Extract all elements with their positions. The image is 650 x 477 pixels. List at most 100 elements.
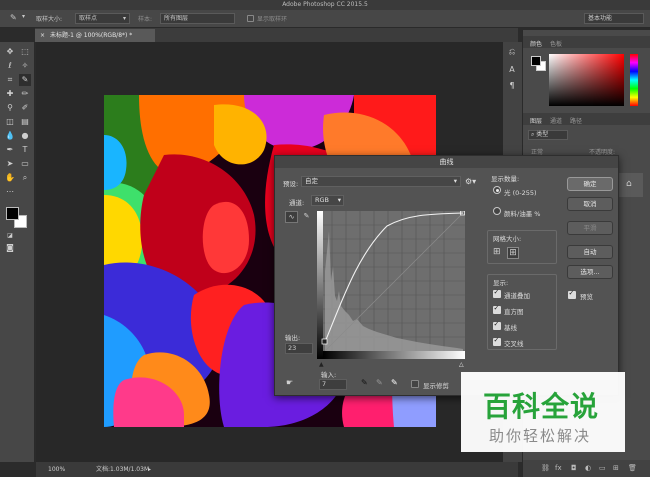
chevron-right-icon[interactable]: ▸ — [148, 462, 151, 477]
window-title-bar: Adobe Photoshop CC 2015.5 — [0, 0, 650, 10]
quick-select-tool-icon[interactable]: ✧ — [19, 60, 31, 72]
link-layers-icon[interactable]: ⛓ — [541, 460, 550, 477]
channel-overlay-label: 通道叠加 — [504, 292, 530, 300]
black-point-slider-icon[interactable]: ▲ — [319, 361, 324, 368]
dialog-title: 曲线 — [439, 158, 454, 166]
blur-tool-icon[interactable]: 💧 — [4, 130, 16, 142]
input-value: 7 — [322, 380, 327, 388]
white-point-slider-icon[interactable]: △ — [459, 361, 464, 368]
layer-mask-icon[interactable]: ◘ — [571, 460, 577, 477]
document-tab-title: 未标题-1 @ 100%(RGB/8*) * — [49, 32, 133, 39]
preset-select[interactable]: 自定 ▾ — [301, 176, 461, 187]
output-field[interactable]: 23 — [285, 343, 313, 354]
marquee-tool-icon[interactable]: ⬚ — [19, 46, 31, 58]
hand-tool-icon[interactable]: ✋ — [4, 172, 16, 184]
folder-icon[interactable]: ▭ — [599, 460, 606, 477]
new-layer-icon[interactable]: ⊞ — [613, 460, 619, 477]
channels-tab[interactable]: 通道 — [550, 116, 562, 125]
tool-preset-chevron-down-icon[interactable]: ▾ — [22, 13, 25, 20]
eyedropper-tool-icon[interactable]: ✎ — [19, 74, 31, 86]
detailed-grid-icon[interactable]: ⊞ — [507, 247, 519, 259]
input-field[interactable]: 7 — [319, 379, 347, 390]
output-value: 23 — [288, 344, 297, 352]
type-tool-icon[interactable]: T — [19, 144, 31, 156]
trash-icon[interactable]: 🗑 — [628, 460, 637, 477]
dialog-title-bar[interactable]: 曲线 — [275, 156, 618, 168]
pigment-radio[interactable] — [493, 207, 501, 215]
simple-grid-icon[interactable]: ⊞ — [493, 248, 503, 258]
adjustment-layer-icon[interactable]: ◐ — [585, 460, 591, 477]
zoom-level[interactable]: 100% — [48, 462, 65, 477]
tools-panel: ✥ ⬚ ℓ ✧ ⌗ ✎ ✚ ✏ ⚲ ✐ ◫ ▤ 💧 ● ✒ T ➤ ▭ ✋ ⌕ … — [0, 42, 35, 462]
document-tab[interactable]: × 未标题-1 @ 100%(RGB/8*) * — [35, 29, 155, 42]
clone-stamp-tool-icon[interactable]: ⚲ — [4, 102, 16, 114]
crop-tool-icon[interactable]: ⌗ — [4, 74, 16, 86]
more-tools-icon[interactable]: ⋯ — [4, 186, 16, 198]
sample-size-select[interactable]: 取样点 ▾ — [75, 13, 130, 24]
paragraph-panel-icon[interactable]: ¶ — [506, 80, 518, 92]
curve-graph-svg — [317, 210, 465, 359]
light-radio[interactable] — [493, 186, 501, 194]
gray-eyedropper-icon[interactable]: ✎ — [376, 378, 383, 387]
path-select-tool-icon[interactable]: ➤ — [4, 158, 16, 170]
layers-tab[interactable]: 图层 — [530, 116, 542, 125]
target-adjust-hand-icon[interactable]: ☛ — [286, 378, 293, 387]
layer-style-icon[interactable]: fx — [555, 460, 562, 477]
hue-slider[interactable] — [630, 54, 638, 106]
layers-panel-footer: ⛓ fx ◘ ◐ ▭ ⊞ 🗑 — [523, 460, 650, 477]
histogram-label: 直方图 — [504, 308, 524, 316]
show-clipping-checkbox[interactable] — [411, 380, 419, 388]
preset-value: 自定 — [305, 177, 318, 185]
close-icon[interactable]: × — [40, 32, 45, 39]
zoom-tool-icon[interactable]: ⌕ — [19, 172, 31, 184]
baseline-label: 基线 — [504, 324, 517, 332]
white-eyedropper-icon[interactable]: ✎ — [391, 378, 398, 387]
pen-tool-icon[interactable]: ✒ — [4, 144, 16, 156]
curve-graph[interactable] — [317, 210, 465, 359]
preset-label: 预设: — [283, 180, 299, 188]
dodge-tool-icon[interactable]: ● — [19, 130, 31, 142]
layer-kind-filter[interactable]: ⌕ 类型 — [528, 130, 568, 140]
histogram-checkbox[interactable] — [493, 304, 501, 314]
swatches-tab[interactable]: 色板 — [550, 39, 562, 48]
lock-icon: ⌂ — [626, 179, 632, 189]
history-brush-tool-icon[interactable]: ✐ — [19, 102, 31, 114]
show-sampling-ring-checkbox[interactable] — [247, 15, 254, 22]
default-colors-icon[interactable]: ◪ — [4, 230, 16, 242]
color-picker-field[interactable] — [549, 54, 624, 106]
history-panel-icon[interactable]: ⎌ — [506, 46, 518, 58]
curve-point-tool-icon[interactable]: ∿ — [285, 211, 298, 223]
eyedropper-tool-icon[interactable]: ✎ — [10, 13, 17, 22]
intersection-line-checkbox[interactable] — [493, 336, 501, 346]
pigment-option-label: 颜料/油墨 % — [504, 210, 541, 218]
workspace-select[interactable]: 基本功能 — [584, 13, 644, 24]
cancel-button[interactable]: 取消 — [567, 197, 613, 211]
paths-tab[interactable]: 路径 — [570, 116, 582, 125]
foreground-color-swatch[interactable] — [6, 207, 19, 220]
brush-tool-icon[interactable]: ✏ — [19, 88, 31, 100]
sample-select[interactable]: 所有图层 — [160, 13, 235, 24]
preset-options-gear-icon[interactable]: ⚙▾ — [465, 177, 476, 186]
shape-tool-icon[interactable]: ▭ — [19, 158, 31, 170]
black-eyedropper-icon[interactable]: ✎ — [361, 378, 368, 387]
channel-select[interactable]: RGB ▾ — [311, 195, 344, 206]
ok-button[interactable]: 确定 — [567, 177, 613, 191]
smooth-button[interactable]: 平滑 — [567, 221, 613, 235]
channel-overlay-checkbox[interactable] — [493, 288, 501, 298]
eraser-tool-icon[interactable]: ◫ — [4, 116, 16, 128]
preview-checkbox[interactable] — [568, 289, 576, 299]
baseline-checkbox[interactable] — [493, 320, 501, 330]
auto-button[interactable]: 自动 — [567, 245, 613, 259]
quick-mask-icon[interactable]: ◙ — [4, 242, 16, 254]
move-tool-icon[interactable]: ✥ — [4, 46, 16, 58]
options-button[interactable]: 选项... — [567, 265, 613, 279]
lasso-tool-icon[interactable]: ℓ — [4, 60, 16, 72]
healing-brush-tool-icon[interactable]: ✚ — [4, 88, 16, 100]
foreground-color-chip[interactable] — [531, 56, 541, 66]
pencil-draw-icon[interactable]: ✎ — [300, 211, 313, 223]
gradient-tool-icon[interactable]: ▤ — [19, 116, 31, 128]
layer-lock-area: ⌂ — [619, 173, 643, 197]
grid-size-label: 网格大小: — [493, 235, 522, 243]
character-panel-icon[interactable]: A — [506, 64, 518, 76]
color-tab[interactable]: 颜色 — [530, 39, 542, 48]
